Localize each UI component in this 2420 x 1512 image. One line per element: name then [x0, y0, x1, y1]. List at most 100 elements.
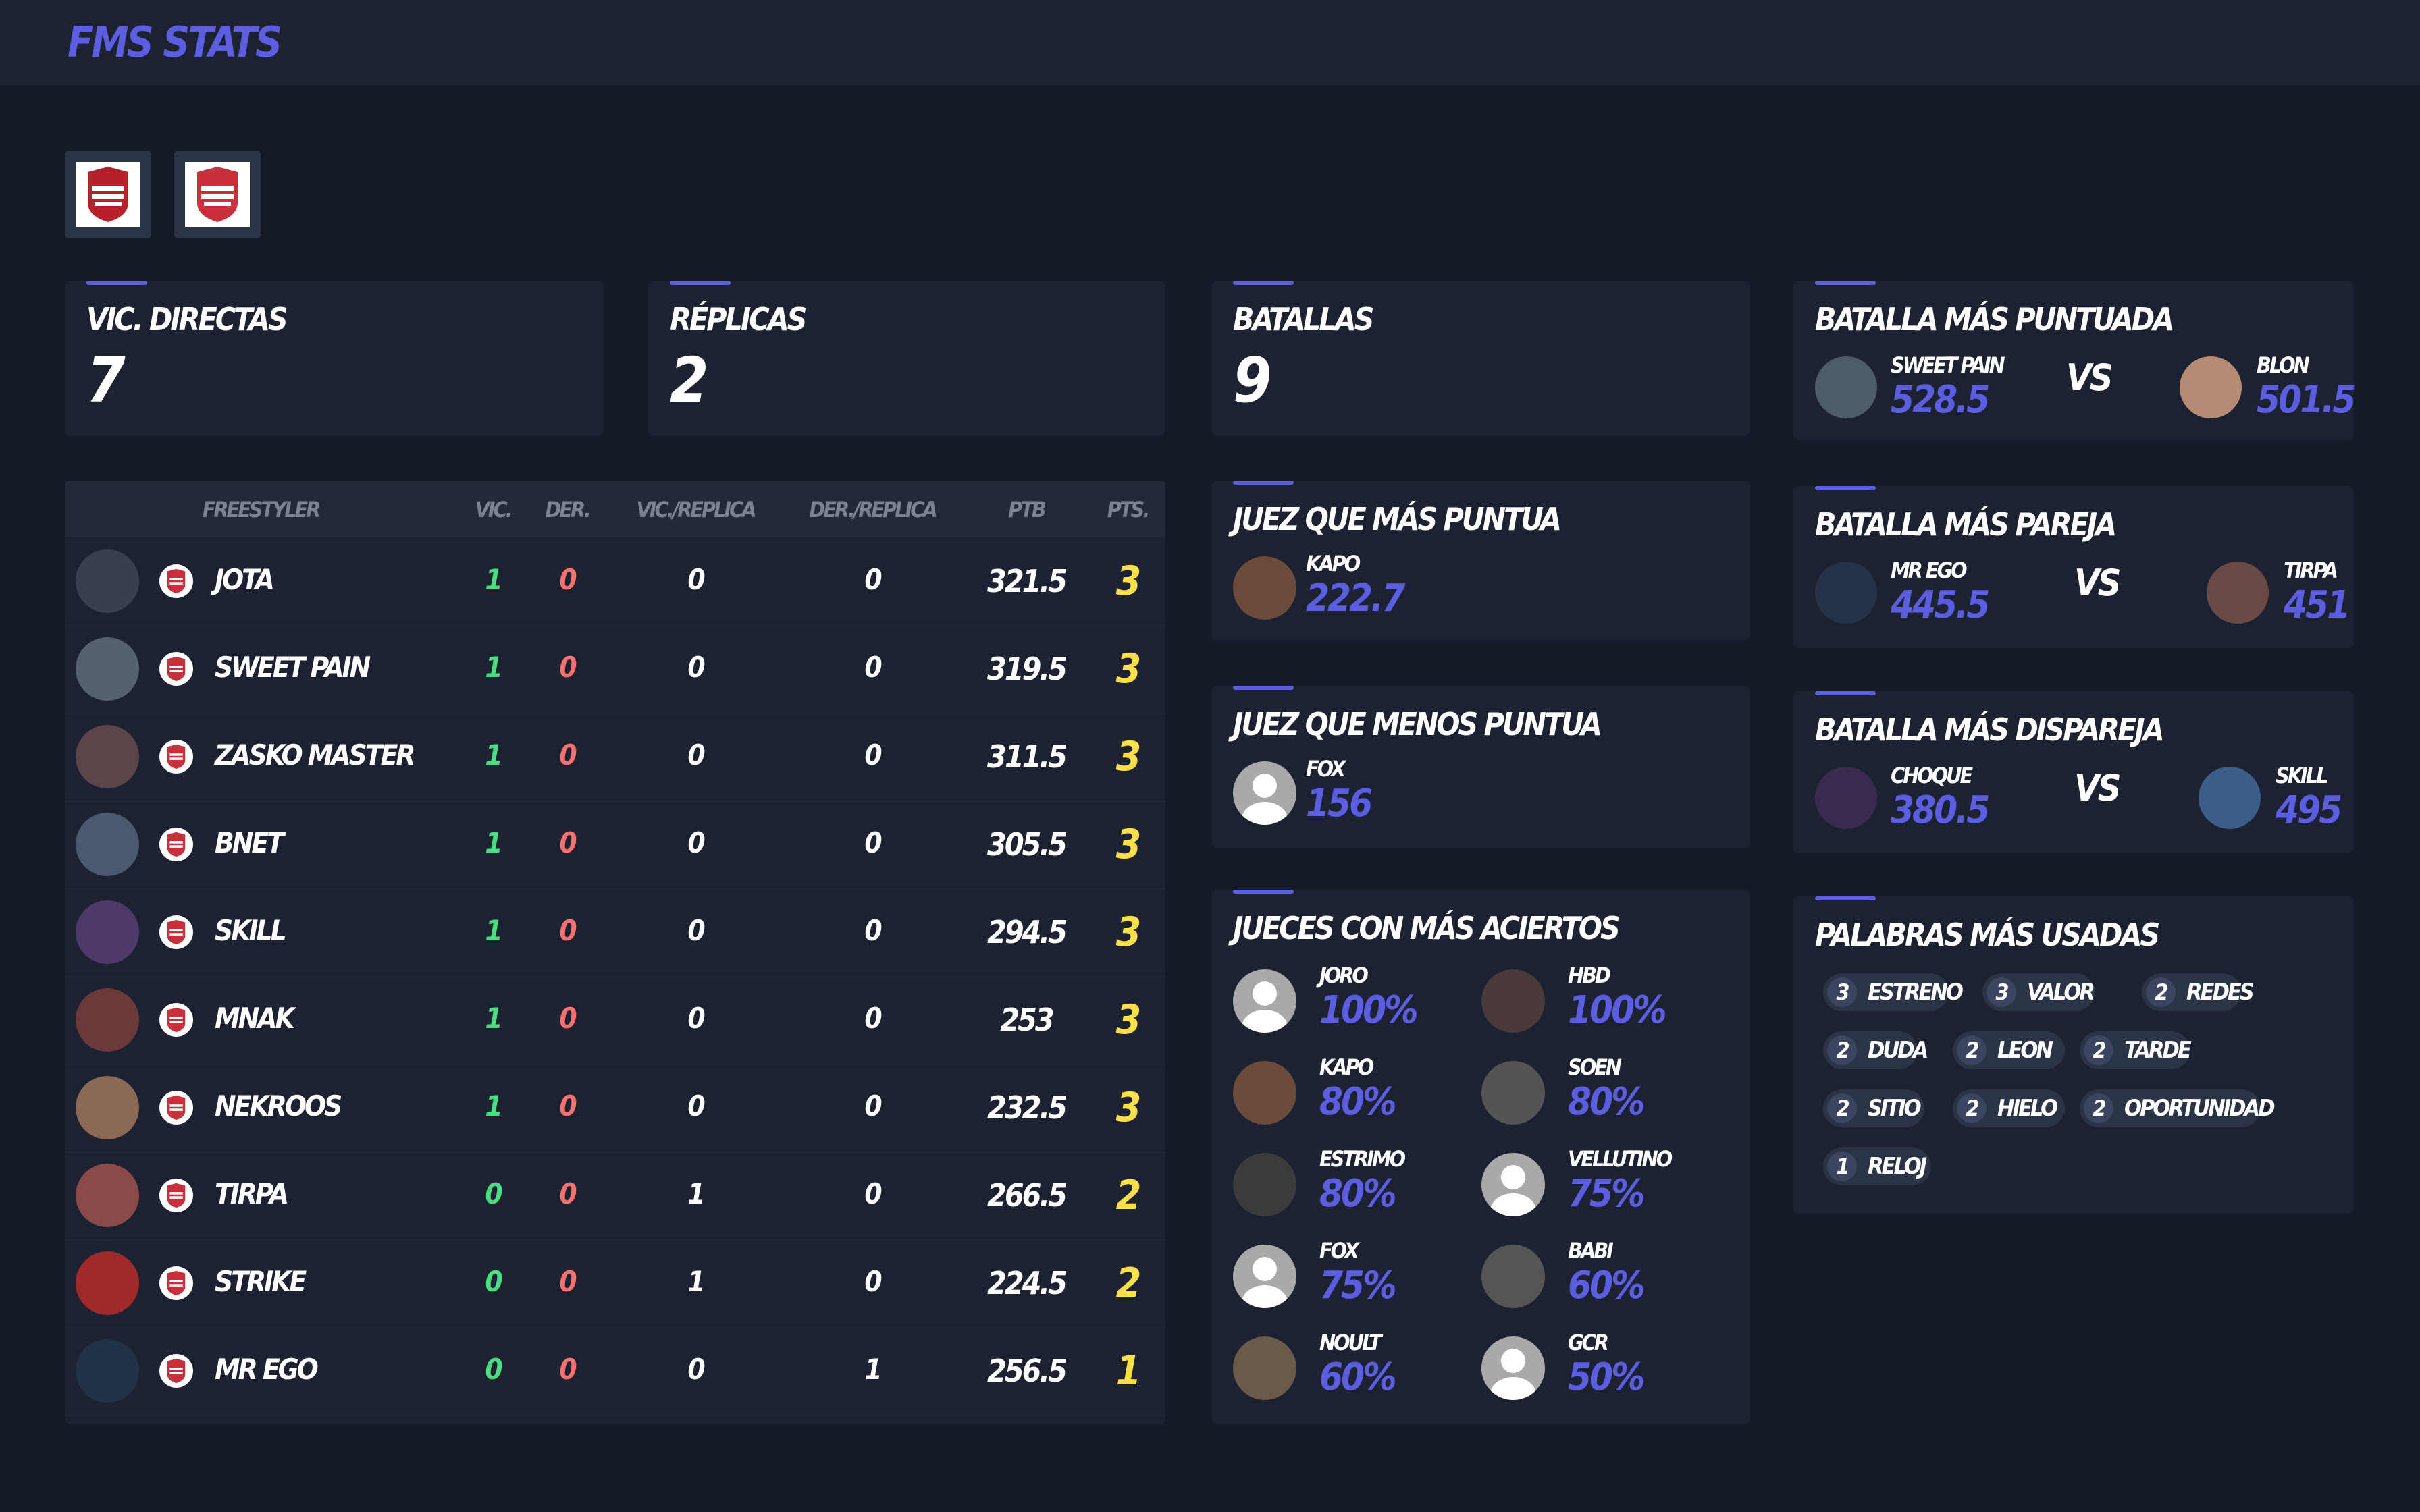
freestyler-name[interactable]: STRIKE [215, 1265, 307, 1298]
freestyler-name[interactable]: TIRPA [215, 1177, 289, 1210]
judge-pct: 60% [1568, 1264, 1646, 1307]
freestyler-name[interactable]: MR EGO [215, 1353, 319, 1386]
freestyler-name[interactable]: SKILL [215, 914, 287, 947]
judge-name: BABI [1568, 1238, 1614, 1264]
default-avatar-icon [1233, 761, 1296, 825]
word-chip[interactable]: 1 RELOJ [1823, 1148, 1931, 1185]
table-row[interactable]: JOTA 1 0 0 0 321.5 3 [65, 537, 1165, 626]
der-value: 0 [559, 563, 577, 596]
table-row[interactable]: TIRPA 0 0 1 0 266.5 2 [65, 1152, 1165, 1241]
avatar [1481, 969, 1545, 1033]
avatar [76, 988, 139, 1052]
freestyler-name[interactable]: JOTA [215, 563, 275, 596]
ptb-value: 224.5 [987, 1265, 1068, 1301]
default-avatar-icon [1481, 1153, 1545, 1216]
app-title[interactable]: FMS STATS [68, 18, 282, 67]
battle-right-name: TIRPA [2284, 558, 2338, 583]
stat-value: 9 [1233, 344, 1272, 416]
table-row[interactable]: STRIKE 0 0 1 0 224.5 2 [65, 1239, 1165, 1328]
avatar [76, 1076, 139, 1139]
word-count: 2 [2084, 1035, 2113, 1065]
judge-name: JORO [1319, 963, 1369, 988]
card-accent [1233, 686, 1294, 690]
der-value: 0 [559, 651, 577, 684]
fms-badge-icon [159, 1179, 193, 1212]
vic-replica-value: 1 [687, 1177, 705, 1210]
col-der[interactable]: DER. [545, 497, 591, 522]
der-replica-value: 0 [864, 1177, 882, 1210]
word-text: DUDA [1868, 1037, 1928, 1064]
freestyler-name[interactable]: MNAK [215, 1002, 295, 1035]
freestyler-name[interactable]: SWEET PAIN [215, 651, 371, 684]
table-row[interactable]: ZASKO MASTER 1 0 0 0 311.5 3 [65, 713, 1165, 802]
word-chip[interactable]: 2 OPORTUNIDAD [2080, 1089, 2276, 1127]
vs-label: VS [2074, 767, 2122, 809]
card-accent [670, 281, 731, 285]
pts-value: 3 [1115, 996, 1142, 1044]
col-freestyler[interactable]: FREESTYLER [203, 497, 321, 522]
table-row[interactable]: SWEET PAIN 1 0 0 0 319.5 3 [65, 625, 1165, 714]
col-vic-replica[interactable]: VIC./REPLICA [637, 497, 757, 522]
top-bar: FMS STATS [0, 0, 2420, 86]
vic-value: 1 [485, 1089, 502, 1123]
table-row[interactable]: SKILL 1 0 0 0 294.5 3 [65, 888, 1165, 977]
pts-value: 2 [1115, 1172, 1142, 1219]
der-replica-value: 0 [864, 1089, 882, 1123]
col-der-replica[interactable]: DER./REPLICA [809, 497, 937, 522]
battle-right-score: 501.5 [2257, 378, 2356, 422]
card-title: BATALLA MÁS PAREJA [1815, 506, 2117, 543]
col-ptb[interactable]: PTB [1008, 497, 1047, 522]
vic-value: 1 [485, 738, 502, 772]
table-row[interactable]: NEKROOS 1 0 0 0 232.5 3 [65, 1064, 1165, 1153]
der-replica-value: 0 [864, 1265, 882, 1298]
der-value: 0 [559, 1353, 577, 1386]
ptb-value: 321.5 [987, 563, 1068, 599]
word-text: REDES [2186, 979, 2255, 1006]
word-text: SITIO [1868, 1095, 1922, 1122]
word-text: VALOR [2027, 979, 2095, 1006]
word-chip[interactable]: 2 HIELO [1953, 1089, 2065, 1127]
word-text: OPORTUNIDAD [2124, 1095, 2276, 1122]
ptb-value: 253 [1000, 1002, 1054, 1038]
freestyler-name[interactable]: ZASKO MASTER [215, 738, 415, 772]
league-tab-1[interactable] [65, 151, 151, 238]
avatar [2207, 562, 2269, 624]
stat-card-vic-directas: VIC. DIRECTAS 7 [65, 281, 604, 436]
card-title: BATALLA MÁS DISPAREJA [1815, 711, 2165, 748]
league-tab-2[interactable] [174, 151, 261, 238]
vic-replica-value: 0 [687, 1089, 705, 1123]
battle-even-card: BATALLA MÁS PAREJA MR EGO 445.5 VS TIRPA… [1793, 486, 2354, 648]
fms-logo-icon [76, 162, 140, 227]
judge-pct: 100% [1319, 988, 1419, 1032]
word-chip[interactable]: 2 SITIO [1823, 1089, 1924, 1127]
pts-value: 1 [1115, 1347, 1142, 1395]
card-title: JUECES CON MÁS ACIERTOS [1233, 910, 1621, 946]
col-pts[interactable]: PTS. [1107, 497, 1150, 522]
judge-pct: 60% [1319, 1355, 1397, 1399]
word-chip[interactable]: 2 TARDE [2080, 1031, 2192, 1069]
card-accent [1815, 691, 1876, 695]
fms-badge-icon [159, 828, 193, 861]
word-chip[interactable]: 2 LEON [1953, 1031, 2065, 1069]
word-chip[interactable]: 2 DUDA [1823, 1031, 1928, 1069]
card-accent [1815, 486, 1876, 490]
table-row[interactable]: MNAK 1 0 0 0 253 3 [65, 976, 1165, 1065]
table-row[interactable]: BNET 1 0 0 0 305.5 3 [65, 801, 1165, 890]
word-chip[interactable]: 2 REDES [2142, 973, 2255, 1011]
table-row[interactable]: MR EGO 0 0 0 1 256.5 1 [65, 1327, 1165, 1416]
stat-label: RÉPLICAS [670, 301, 807, 338]
word-chip[interactable]: 3 ESTRENO [1823, 973, 1964, 1011]
stat-card-replicas: RÉPLICAS 2 [648, 281, 1165, 436]
freestyler-name[interactable]: NEKROOS [215, 1089, 342, 1123]
avatar [1233, 1153, 1296, 1216]
col-vic[interactable]: VIC. [475, 497, 512, 522]
freestyler-name[interactable]: BNET [215, 826, 284, 859]
avatar [1815, 356, 1877, 418]
word-chip[interactable]: 3 VALOR [1982, 973, 2095, 1011]
pts-value: 2 [1115, 1260, 1142, 1307]
avatar [76, 637, 139, 701]
avatar [1815, 767, 1877, 829]
fms-badge-icon [159, 564, 193, 598]
words-card: PALABRAS MÁS USADAS 3 ESTRENO 3 VALOR 2 REDES… [1793, 896, 2354, 1214]
avatar [76, 549, 139, 613]
